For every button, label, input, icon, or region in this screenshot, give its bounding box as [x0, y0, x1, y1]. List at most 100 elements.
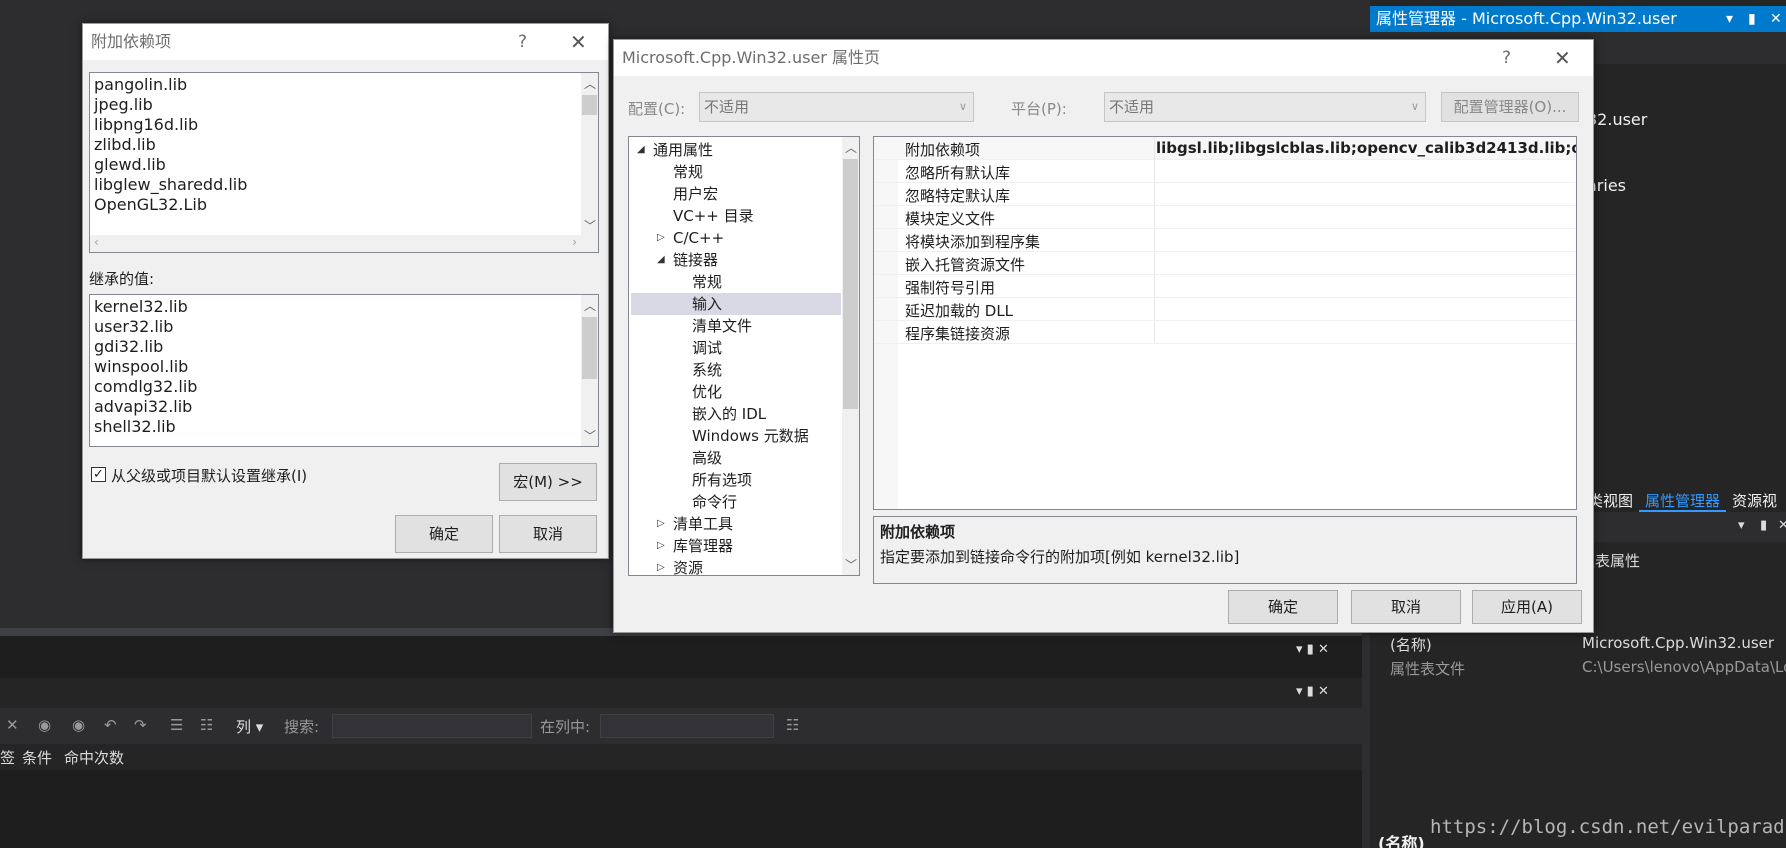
scroll-up-icon[interactable]: ︿ — [584, 297, 596, 314]
expand-icon[interactable]: ▷ — [657, 557, 665, 575]
grid-row[interactable]: 程序集链接资源 — [874, 321, 1576, 344]
grid-row[interactable]: 模块定义文件 — [874, 206, 1576, 229]
expand-icon[interactable]: ▷ — [657, 535, 665, 557]
disable-icon[interactable]: ◉ — [38, 716, 51, 734]
tree-item-manifest-tool[interactable]: ▷ 清单工具 — [657, 513, 733, 535]
properties-dropdown-icon[interactable]: ▾ — [1738, 518, 1745, 533]
tree-item-system[interactable]: 系统 — [692, 359, 722, 381]
list-item[interactable]: zlibd.lib — [90, 135, 598, 155]
scroll-thumb[interactable] — [582, 95, 597, 115]
in-column-select[interactable] — [600, 714, 774, 738]
tree-scrollbar[interactable]: ︿ ﹀ — [842, 137, 859, 575]
scroll-down-icon[interactable]: ﹀ — [584, 217, 596, 234]
expand-icon[interactable]: ◢ — [637, 139, 645, 161]
list-item[interactable]: OpenGL32.Lib — [90, 195, 598, 215]
properties-row-name[interactable]: (名称) Microsoft.Cpp.Win32.user — [1370, 634, 1786, 658]
tree-item-command-line[interactable]: 命令行 — [692, 491, 737, 513]
macro-button[interactable]: 宏(M) >> — [499, 463, 597, 501]
inherit-checkbox[interactable]: ✓ — [91, 467, 106, 482]
config-select[interactable]: 不适用 ∨ — [699, 92, 974, 122]
columns-icon[interactable]: ☷ — [786, 716, 799, 734]
tree-item-librarian[interactable]: ▷ 库管理器 — [657, 535, 733, 557]
scroll-right-icon[interactable]: › — [572, 235, 577, 249]
list-alt-icon[interactable]: ☷ — [200, 716, 213, 734]
grid-row[interactable]: 将模块添加到程序集 — [874, 229, 1576, 252]
search-input[interactable] — [332, 714, 532, 738]
tree-item-linker-general[interactable]: 常规 — [692, 271, 722, 293]
tree-item-common-properties[interactable]: ◢ 通用属性 — [637, 139, 713, 161]
scroll-down-icon[interactable]: ﹀ — [584, 427, 596, 444]
tree-item-manifest-file[interactable]: 清单文件 — [692, 315, 752, 337]
tree-item-user-macros[interactable]: 用户宏 — [673, 183, 718, 205]
columns-dropdown[interactable]: 列 ▾ — [236, 716, 263, 737]
platform-select[interactable]: 不适用 ∨ — [1104, 92, 1426, 122]
expand-icon[interactable]: ▷ — [657, 513, 665, 535]
vertical-scrollbar[interactable]: ︿ ﹀ — [581, 295, 598, 446]
list-item[interactable]: pangolin.lib — [90, 75, 598, 95]
tree-item-debugging[interactable]: 调试 — [692, 337, 722, 359]
tab-property-manager[interactable]: 属性管理器 — [1639, 488, 1727, 512]
grid-row[interactable]: 嵌入托管资源文件 — [874, 252, 1576, 275]
help-icon[interactable]: ? — [1502, 40, 1511, 76]
tree-item-general[interactable]: 常规 — [673, 161, 703, 183]
tree-item-cpp[interactable]: ▷ C/C++ — [657, 227, 724, 249]
panel-close-icon[interactable]: ✕ — [1770, 6, 1782, 32]
enable-icon[interactable]: ◉ — [72, 716, 85, 734]
scroll-left-icon[interactable]: ‹ — [94, 235, 99, 249]
collapse-icon[interactable]: ◢ — [657, 249, 665, 271]
scroll-up-icon[interactable]: ︿ — [845, 139, 857, 156]
close-icon[interactable]: ✕ — [1554, 40, 1571, 76]
col-condition[interactable]: 条件 — [22, 747, 52, 768]
panel-dropdown-icon[interactable]: ▾ — [1726, 6, 1733, 32]
scroll-thumb[interactable] — [843, 159, 858, 409]
grid-row[interactable]: 忽略所有默认库 — [874, 160, 1576, 183]
scroll-thumb[interactable] — [582, 317, 597, 379]
tree-item-vc-directories[interactable]: VC++ 目录 — [673, 205, 754, 227]
tab-resource-view[interactable]: 资源视 — [1726, 488, 1783, 512]
apply-button[interactable]: 应用(A) — [1472, 590, 1582, 624]
tree-item-linker[interactable]: ◢ 链接器 — [657, 249, 718, 271]
list-icon[interactable]: ☰ — [170, 716, 183, 734]
config-manager-button[interactable]: 配置管理器(O)... — [1441, 92, 1579, 122]
delete-icon[interactable]: ✕ — [6, 716, 19, 734]
tree-item-advanced[interactable]: 高级 — [692, 447, 722, 469]
tree-item-user[interactable]: 32.user — [1587, 110, 1647, 129]
ok-button[interactable]: 确定 — [1228, 590, 1338, 624]
list-item[interactable]: glewd.lib — [90, 155, 598, 175]
list-item[interactable]: libpng16d.lib — [90, 115, 598, 135]
list-item[interactable]: libglew_sharedd.lib — [90, 175, 598, 195]
tree-item-linker-input[interactable]: 输入 — [631, 293, 841, 315]
redo-icon[interactable]: ↷ — [134, 716, 147, 734]
inherit-checkbox-label[interactable]: 从父级或项目默认设置继承(I) — [111, 465, 307, 486]
inherited-values-list[interactable]: kernel32.lib user32.lib gdi32.lib winspo… — [89, 294, 599, 447]
ok-button[interactable]: 确定 — [395, 515, 493, 553]
scroll-up-icon[interactable]: ︿ — [584, 75, 596, 92]
help-icon[interactable]: ? — [518, 24, 527, 60]
tree-item-resources[interactable]: ▷ 资源 — [657, 557, 703, 575]
grid-row[interactable]: 延迟加载的 DLL — [874, 298, 1576, 321]
tree-item-windows-metadata[interactable]: Windows 元数据 — [692, 425, 809, 447]
property-tree[interactable]: ◢ 通用属性 常规 用户宏 VC++ 目录 ▷ C/C++ ◢ 链接器 常规 输… — [628, 136, 860, 576]
cancel-button[interactable]: 取消 — [499, 515, 597, 553]
cancel-button[interactable]: 取消 — [1351, 590, 1461, 624]
tree-item-embedded-idl[interactable]: 嵌入的 IDL — [692, 403, 766, 425]
output-controls[interactable]: ▾ ▮ ✕ — [1296, 642, 1329, 657]
breakpoints-controls[interactable]: ▾ ▮ ✕ — [1296, 684, 1329, 699]
vertical-scrollbar[interactable]: ︿ ﹀ — [581, 73, 598, 252]
tree-item-all-options[interactable]: 所有选项 — [692, 469, 752, 491]
dependencies-edit-box[interactable]: pangolin.lib jpeg.lib libpng16d.lib zlib… — [89, 72, 599, 253]
properties-pin-icon[interactable]: ▮ — [1760, 518, 1767, 533]
tree-item-optimization[interactable]: 优化 — [692, 381, 722, 403]
expand-icon[interactable]: ▷ — [657, 227, 665, 249]
properties-row-file[interactable]: 属性表文件 C:\Users\lenovo\AppData\Lo — [1370, 658, 1786, 682]
scroll-down-icon[interactable]: ﹀ — [845, 556, 857, 573]
properties-close-icon[interactable]: ✕ — [1778, 518, 1786, 533]
col-label[interactable]: 签 — [0, 747, 15, 768]
grid-row-additional-dependencies[interactable]: 附加依赖项 libgsl.lib;libgslcblas.lib;opencv_… — [874, 137, 1576, 160]
undo-icon[interactable]: ↶ — [104, 716, 117, 734]
list-item[interactable]: jpeg.lib — [90, 95, 598, 115]
grid-value[interactable]: libgsl.lib;libgslcblas.lib;opencv_calib3… — [1156, 139, 1576, 157]
grid-row[interactable]: 忽略特定默认库 — [874, 183, 1576, 206]
close-icon[interactable]: ✕ — [570, 24, 587, 60]
panel-pin-icon[interactable]: ▮ — [1748, 6, 1756, 32]
